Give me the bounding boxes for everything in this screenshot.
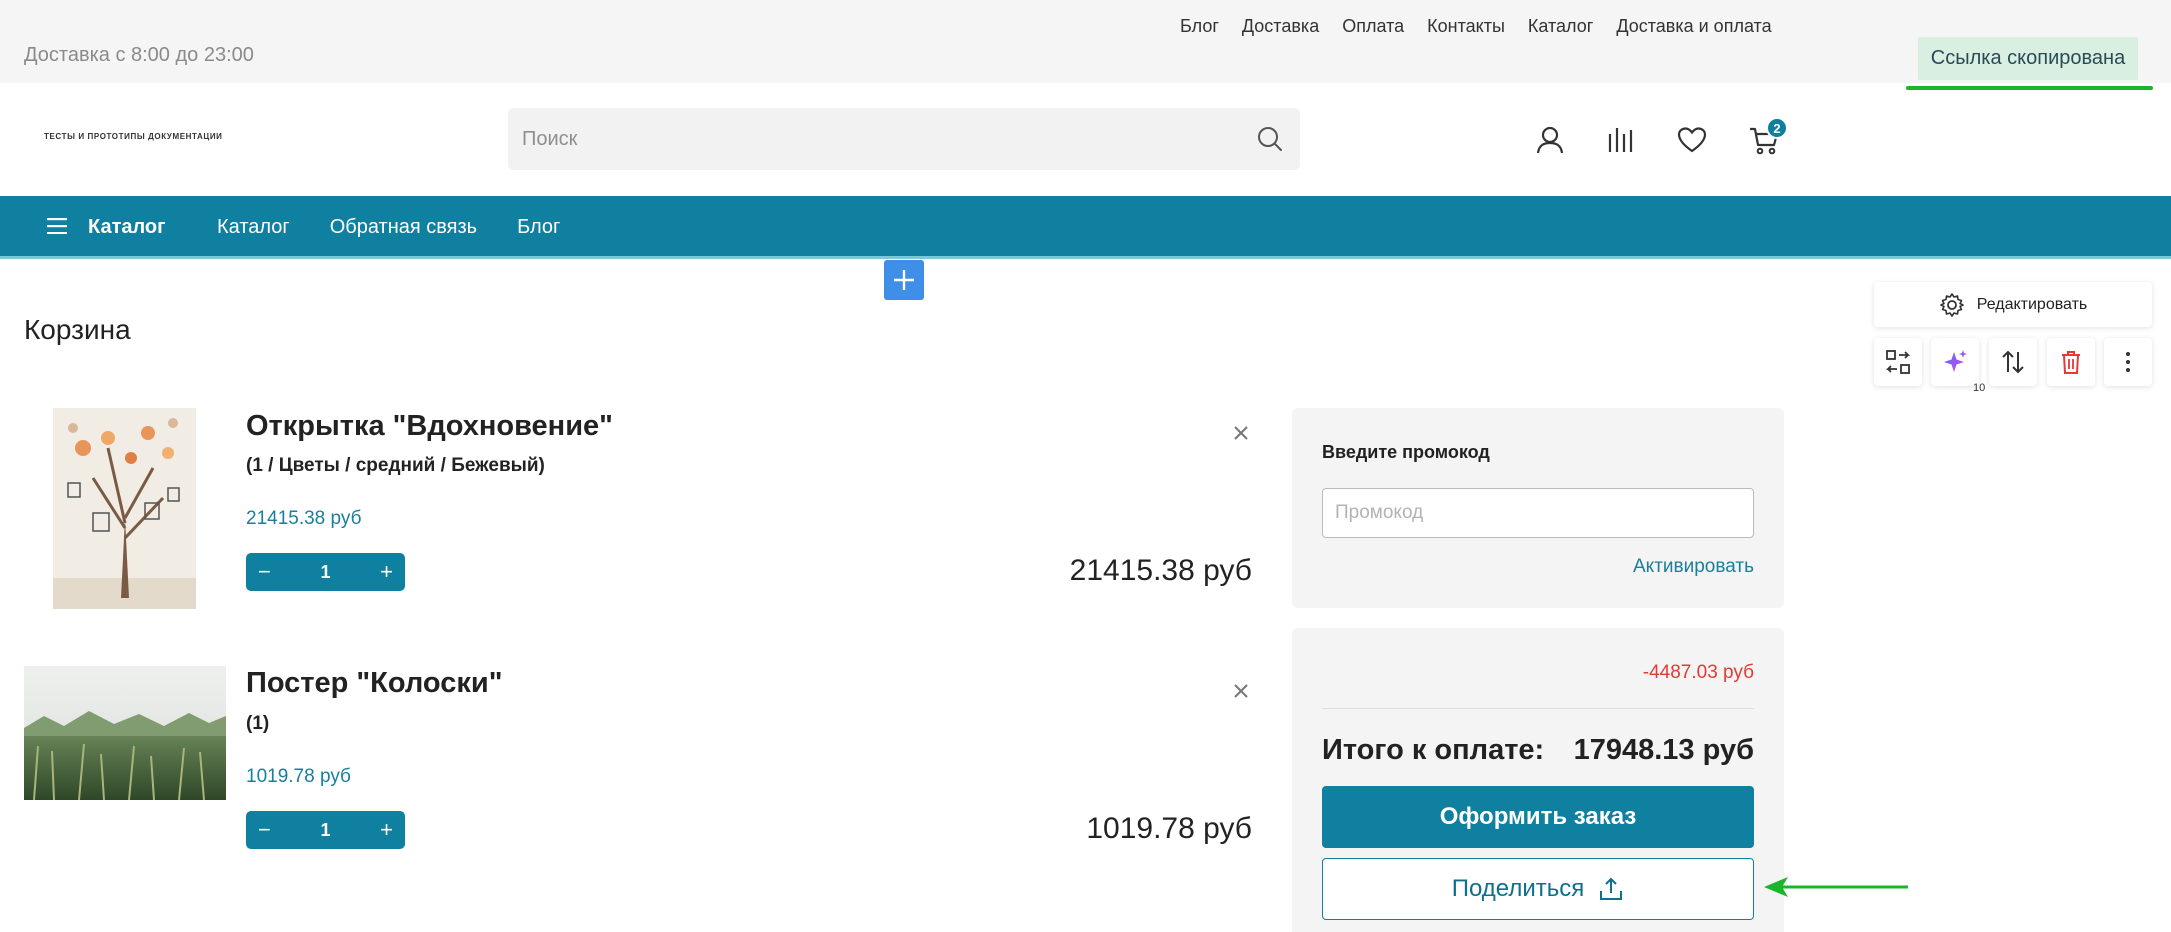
more-button[interactable] xyxy=(2104,338,2152,386)
nav-link-catalog[interactable]: Каталог xyxy=(217,216,290,239)
promo-code-label: Введите промокод xyxy=(1322,442,1490,462)
plus-icon xyxy=(894,270,914,290)
swap-button[interactable] xyxy=(1874,338,1922,386)
main-navbar: Каталог Каталог Обратная связь Блог xyxy=(0,196,2171,259)
checkout-button[interactable]: Оформить заказ xyxy=(1322,786,1754,848)
logo[interactable]: ТЕСТЫ И ПРОТОТИПЫ ДОКУМЕНТАЦИИ xyxy=(44,132,223,141)
share-icon xyxy=(1600,877,1623,900)
top-link-catalog[interactable]: Каталог xyxy=(1528,16,1593,37)
product-image-card[interactable] xyxy=(53,408,196,609)
cart-item-variant: (1 / Цветы / средний / Бежевый) xyxy=(246,455,545,476)
ai-button[interactable] xyxy=(1931,338,1979,386)
menu-icon[interactable] xyxy=(47,218,67,234)
quantity-stepper: − 1 + xyxy=(246,553,405,591)
cart-item-variant: (1) xyxy=(246,713,270,734)
top-link-delivery-payment[interactable]: Доставка и оплата xyxy=(1616,16,1771,37)
more-icon xyxy=(2126,352,2130,372)
quantity-value[interactable]: 1 xyxy=(320,820,330,841)
top-link-delivery[interactable]: Доставка xyxy=(1242,16,1319,37)
total-value: 17948.13 руб xyxy=(1573,734,1754,766)
delivery-hours: Доставка с 8:00 до 23:00 xyxy=(24,44,254,66)
decrease-quantity-button[interactable]: − xyxy=(258,819,271,841)
decrease-quantity-button[interactable]: − xyxy=(258,561,271,583)
share-button-label: Поделиться xyxy=(1451,875,1585,902)
nav-links: Каталог Обратная связь Блог xyxy=(217,216,560,239)
pointer-arrow-icon xyxy=(1764,877,1908,897)
order-summary: -4487.03 руб Итого к оплате: 17948.13 ру… xyxy=(1292,628,1784,932)
sort-button[interactable] xyxy=(1989,338,2037,386)
cart-item-total: 21415.38 руб xyxy=(1069,554,1252,587)
activate-promo-link[interactable]: Активировать xyxy=(1633,556,1754,578)
promo-code-box: Введите промокод Активировать xyxy=(1292,408,1784,608)
top-links: Блог Доставка Оплата Контакты Каталог До… xyxy=(1180,16,1772,37)
nav-link-blog[interactable]: Блог xyxy=(517,216,560,239)
search-icon[interactable] xyxy=(1256,125,1284,153)
toast-underline xyxy=(1906,86,2153,90)
edit-block-button[interactable]: Редактировать xyxy=(1874,282,2152,327)
total-label: Итого к оплате: xyxy=(1322,734,1545,766)
delete-button[interactable] xyxy=(2047,338,2095,386)
nav-catalog-button[interactable]: Каталог xyxy=(88,216,165,239)
compare-icon[interactable] xyxy=(1605,124,1637,156)
top-bar: Доставка с 8:00 до 23:00 Блог Доставка О… xyxy=(0,0,2171,83)
gear-icon xyxy=(1939,292,1964,317)
heart-icon[interactable] xyxy=(1676,124,1708,156)
cart-item-unit-price: 21415.38 руб xyxy=(246,508,362,529)
search-bar xyxy=(508,108,1300,170)
increase-quantity-button[interactable]: + xyxy=(380,561,393,583)
page-title: Корзина xyxy=(24,314,131,345)
user-icon[interactable] xyxy=(1534,124,1566,156)
product-image-poster[interactable] xyxy=(24,666,226,800)
quantity-stepper: − 1 + xyxy=(246,811,405,849)
top-link-blog[interactable]: Блог xyxy=(1180,16,1219,37)
cart-item-total: 1019.78 руб xyxy=(1086,812,1252,845)
edit-block-label: Редактировать xyxy=(1976,295,2088,313)
trash-icon xyxy=(2062,351,2080,374)
increase-quantity-button[interactable]: + xyxy=(380,819,393,841)
discount-amount: -4487.03 руб xyxy=(1642,662,1754,683)
remove-item-icon[interactable] xyxy=(1232,424,1250,442)
remove-item-icon[interactable] xyxy=(1232,682,1250,700)
swap-icon xyxy=(1885,350,1911,374)
cart-item-unit-price: 1019.78 руб xyxy=(246,766,351,787)
share-button[interactable]: Поделиться xyxy=(1322,858,1754,920)
promo-code-input[interactable] xyxy=(1322,488,1754,538)
cart-item-title[interactable]: Постер "Колоски" xyxy=(246,667,502,700)
search-input[interactable] xyxy=(508,108,1248,170)
link-copied-toast: Ссылка скопирована xyxy=(1918,37,2138,80)
top-link-payment[interactable]: Оплата xyxy=(1342,16,1404,37)
add-block-button[interactable] xyxy=(884,260,924,300)
ai-count: 10 xyxy=(1973,382,1986,394)
sparkle-icon xyxy=(1944,350,1967,372)
nav-link-feedback[interactable]: Обратная связь xyxy=(330,216,477,239)
sort-icon xyxy=(2002,350,2024,374)
cart-count-badge: 2 xyxy=(1766,117,1788,139)
top-link-contacts[interactable]: Контакты xyxy=(1427,16,1505,37)
quantity-value[interactable]: 1 xyxy=(320,562,330,583)
summary-divider xyxy=(1322,708,1754,709)
cart-item-title[interactable]: Открытка "Вдохновение" xyxy=(246,410,613,443)
